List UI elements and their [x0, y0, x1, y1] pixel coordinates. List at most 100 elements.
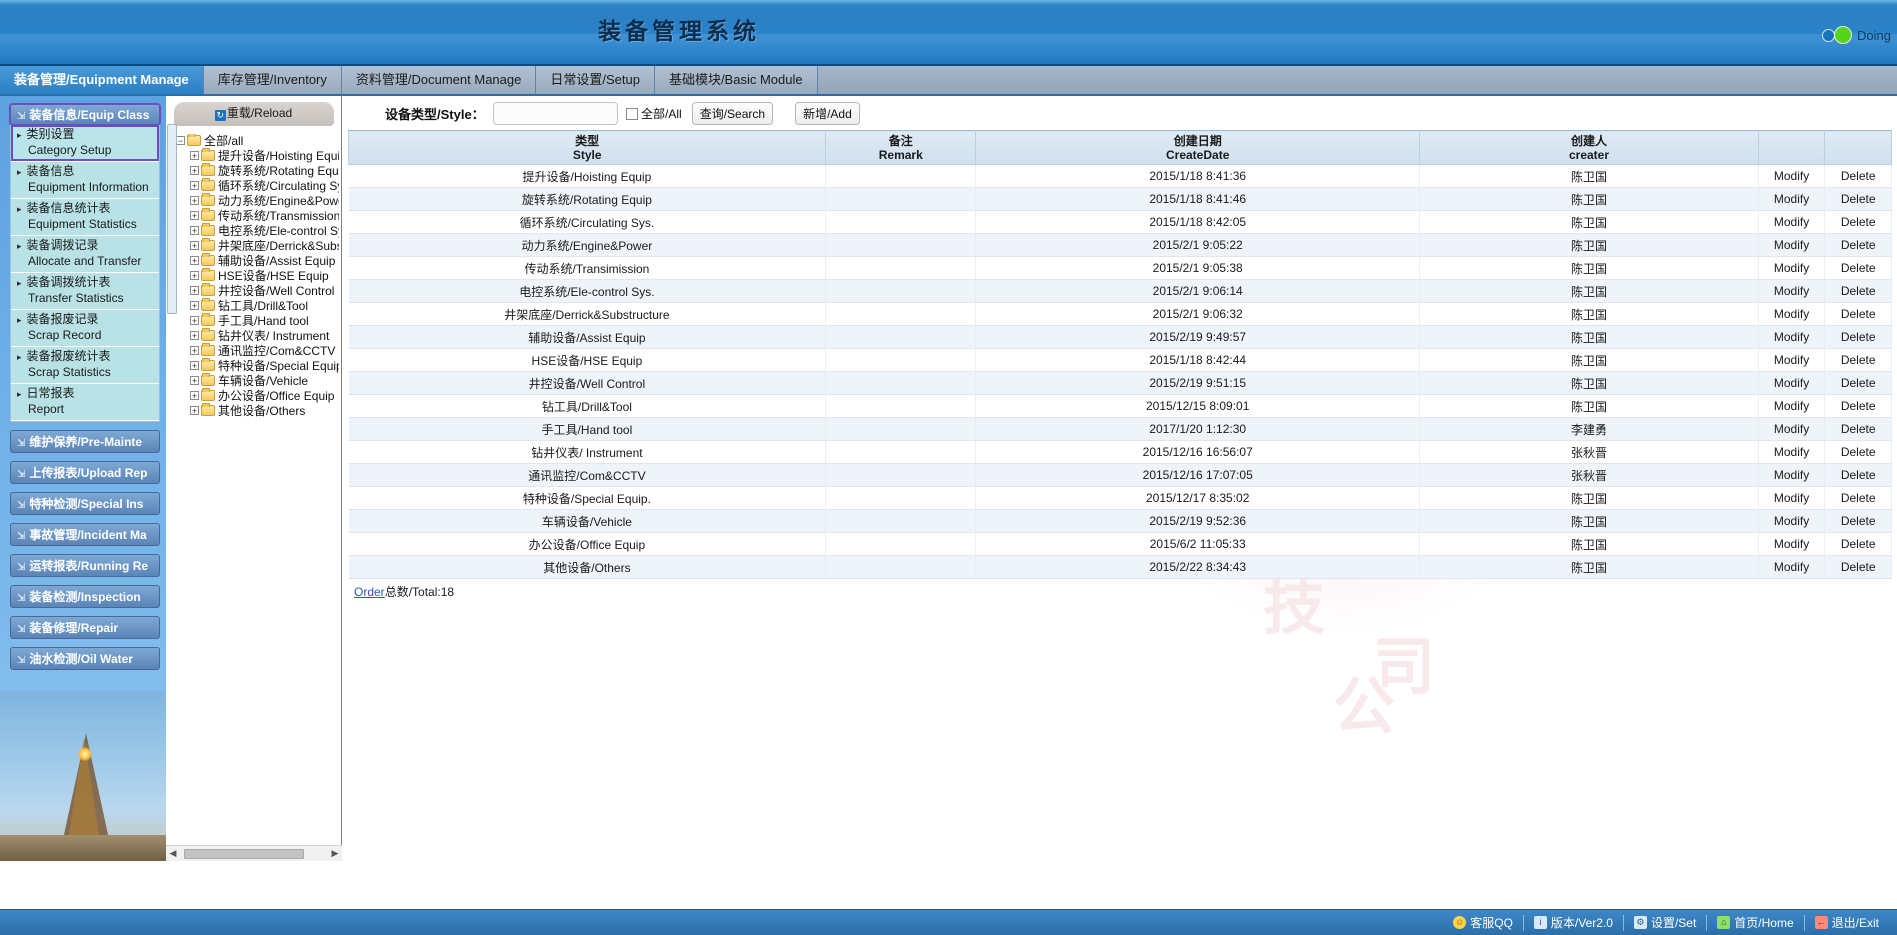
table-row[interactable]: 旋转系统/Rotating Equip2015/1/18 8:41:46陈卫国M… [349, 188, 1892, 211]
tree-node-1[interactable]: +旋转系统/Rotating Equi [176, 164, 339, 179]
tree-root-node[interactable]: −全部/all [176, 134, 339, 149]
modify-link[interactable]: Modify [1774, 284, 1809, 298]
tree-node-4[interactable]: +传动系统/Transmission [176, 209, 339, 224]
modify-link[interactable]: Modify [1774, 353, 1809, 367]
tab-4[interactable]: 基础模块/Basic Module [655, 66, 818, 94]
tab-3[interactable]: 日常设置/Setup [536, 66, 655, 94]
delete-link[interactable]: Delete [1841, 422, 1876, 436]
tree-node-14[interactable]: +特种设备/Special Equip [176, 359, 339, 374]
column-header-2[interactable]: 创建日期CreateDate [976, 131, 1420, 165]
scroll-left-arrow-icon[interactable]: ◀ [166, 848, 180, 859]
modify-link[interactable]: Modify [1774, 514, 1809, 528]
tree-expand-icon[interactable]: + [190, 301, 199, 310]
delete-link[interactable]: Delete [1841, 330, 1876, 344]
tree-expand-icon[interactable]: + [190, 226, 199, 235]
delete-link[interactable]: Delete [1841, 491, 1876, 505]
delete-link[interactable]: Delete [1841, 169, 1876, 183]
sidebar-item-1[interactable]: 装备信息Equipment Information [11, 162, 159, 199]
tree-expand-icon[interactable]: + [190, 151, 199, 160]
tree-expand-icon[interactable]: + [190, 181, 199, 190]
table-row[interactable]: 钻井仪表/ Instrument2015/12/16 16:56:07张秋晋Mo… [349, 441, 1892, 464]
modify-link[interactable]: Modify [1774, 307, 1809, 321]
tree-expand-icon[interactable]: + [190, 211, 199, 220]
modify-link[interactable]: Modify [1774, 376, 1809, 390]
style-search-input[interactable] [493, 102, 618, 125]
sidebar-button-5[interactable]: 装备检测/Inspection [10, 585, 160, 608]
delete-link[interactable]: Delete [1841, 215, 1876, 229]
delete-link[interactable]: Delete [1841, 399, 1876, 413]
sidebar-item-0[interactable]: 类别设置Category Setup [11, 125, 159, 162]
tree-expand-icon[interactable]: + [190, 391, 199, 400]
sidebar-button-4[interactable]: 运转报表/Running Re [10, 554, 160, 577]
tree-node-12[interactable]: +钻井仪表/ Instrument [176, 329, 339, 344]
modify-link[interactable]: Modify [1774, 399, 1809, 413]
tree-expand-icon[interactable]: + [190, 166, 199, 175]
tree-node-0[interactable]: +提升设备/Hoisting Equi [176, 149, 339, 164]
tree-node-13[interactable]: +通讯监控/Com&CCTV [176, 344, 339, 359]
modify-link[interactable]: Modify [1774, 445, 1809, 459]
table-row[interactable]: 传动系统/Transimission2015/2/1 9:05:38陈卫国Mod… [349, 257, 1892, 280]
tab-0[interactable]: 装备管理/Equipment Manage [0, 66, 204, 94]
tree-node-7[interactable]: +辅助设备/Assist Equip [176, 254, 339, 269]
table-row[interactable]: 井控设备/Well Control2015/2/19 9:51:15陈卫国Mod… [349, 372, 1892, 395]
table-row[interactable]: 提升设备/Hoisting Equip2015/1/18 8:41:36陈卫国M… [349, 165, 1892, 188]
tree-node-11[interactable]: +手工具/Hand tool [176, 314, 339, 329]
delete-link[interactable]: Delete [1841, 261, 1876, 275]
reload-button[interactable]: ↻重载/Reload [174, 102, 334, 126]
column-header-3[interactable]: 创建人creater [1420, 131, 1759, 165]
table-row[interactable]: 电控系统/Ele-control Sys.2015/2/1 9:06:14陈卫国… [349, 280, 1892, 303]
status-item-4[interactable]: ←退出/Exit [1805, 914, 1889, 931]
tree-expand-icon[interactable]: + [190, 256, 199, 265]
table-row[interactable]: HSE设备/HSE Equip2015/1/18 8:42:44陈卫国Modif… [349, 349, 1892, 372]
tree-node-10[interactable]: +钻工具/Drill&Tool [176, 299, 339, 314]
tree-expand-icon[interactable]: + [190, 271, 199, 280]
modify-link[interactable]: Modify [1774, 537, 1809, 551]
table-row[interactable]: 手工具/Hand tool2017/1/20 1:12:30李建勇ModifyD… [349, 418, 1892, 441]
modify-link[interactable]: Modify [1774, 422, 1809, 436]
table-row[interactable]: 动力系统/Engine&Power2015/2/1 9:05:22陈卫国Modi… [349, 234, 1892, 257]
sidebar-button-6[interactable]: 装备修理/Repair [10, 616, 160, 639]
table-row[interactable]: 辅助设备/Assist Equip2015/2/19 9:49:57陈卫国Mod… [349, 326, 1892, 349]
delete-link[interactable]: Delete [1841, 353, 1876, 367]
table-row[interactable]: 车辆设备/Vehicle2015/2/19 9:52:36陈卫国ModifyDe… [349, 510, 1892, 533]
table-row[interactable]: 其他设备/Others2015/2/22 8:34:43陈卫国ModifyDel… [349, 556, 1892, 579]
sidebar-item-3[interactable]: 装备调拨记录Allocate and Transfer [11, 236, 159, 273]
status-item-3[interactable]: ⌂首页/Home [1707, 914, 1803, 931]
sidebar-group-header-equip-class[interactable]: 装备信息/Equip Class [10, 104, 160, 125]
modify-link[interactable]: Modify [1774, 238, 1809, 252]
delete-link[interactable]: Delete [1841, 284, 1876, 298]
tree-expand-icon[interactable]: + [190, 286, 199, 295]
modify-link[interactable]: Modify [1774, 560, 1809, 574]
table-row[interactable]: 通讯监控/Com&CCTV2015/12/16 17:07:05张秋晋Modif… [349, 464, 1892, 487]
tree-expand-icon[interactable]: + [190, 316, 199, 325]
status-item-1[interactable]: i版本/Ver2.0 [1524, 914, 1623, 931]
sidebar-button-2[interactable]: 特种检测/Special Ins [10, 492, 160, 515]
delete-link[interactable]: Delete [1841, 376, 1876, 390]
sidebar-item-6[interactable]: 装备报废统计表Scrap Statistics [11, 347, 159, 384]
tree-node-6[interactable]: +井架底座/Derrick&Subs [176, 239, 339, 254]
tree-node-2[interactable]: +循环系统/Circulating Sy [176, 179, 339, 194]
order-link[interactable]: Order [354, 585, 385, 599]
table-row[interactable]: 特种设备/Special Equip.2015/12/17 8:35:02陈卫国… [349, 487, 1892, 510]
all-checkbox[interactable] [626, 108, 638, 120]
sidebar-button-3[interactable]: 事故管理/Incident Ma [10, 523, 160, 546]
sidebar-button-1[interactable]: 上传报表/Upload Rep [10, 461, 160, 484]
status-item-2[interactable]: ⚙设置/Set [1624, 914, 1706, 931]
tree-node-8[interactable]: +HSE设备/HSE Equip [176, 269, 339, 284]
tree-expand-icon[interactable]: + [190, 241, 199, 250]
tree-expand-icon[interactable]: + [190, 346, 199, 355]
delete-link[interactable]: Delete [1841, 537, 1876, 551]
sidebar-item-2[interactable]: 装备信息统计表Equipment Statistics [11, 199, 159, 236]
tab-2[interactable]: 资料管理/Document Manage [342, 66, 536, 94]
table-row[interactable]: 办公设备/Office Equip2015/6/2 11:05:33陈卫国Mod… [349, 533, 1892, 556]
delete-link[interactable]: Delete [1841, 560, 1876, 574]
tree-expand-icon[interactable]: + [190, 406, 199, 415]
modify-link[interactable]: Modify [1774, 169, 1809, 183]
delete-link[interactable]: Delete [1841, 238, 1876, 252]
delete-link[interactable]: Delete [1841, 192, 1876, 206]
tree-expand-icon[interactable]: + [190, 376, 199, 385]
table-row[interactable]: 钻工具/Drill&Tool2015/12/15 8:09:01陈卫国Modif… [349, 395, 1892, 418]
sidebar-button-0[interactable]: 维护保养/Pre-Mainte [10, 430, 160, 453]
tree-vscroll-thumb[interactable] [167, 124, 177, 314]
column-header-0[interactable]: 类型Style [349, 131, 826, 165]
